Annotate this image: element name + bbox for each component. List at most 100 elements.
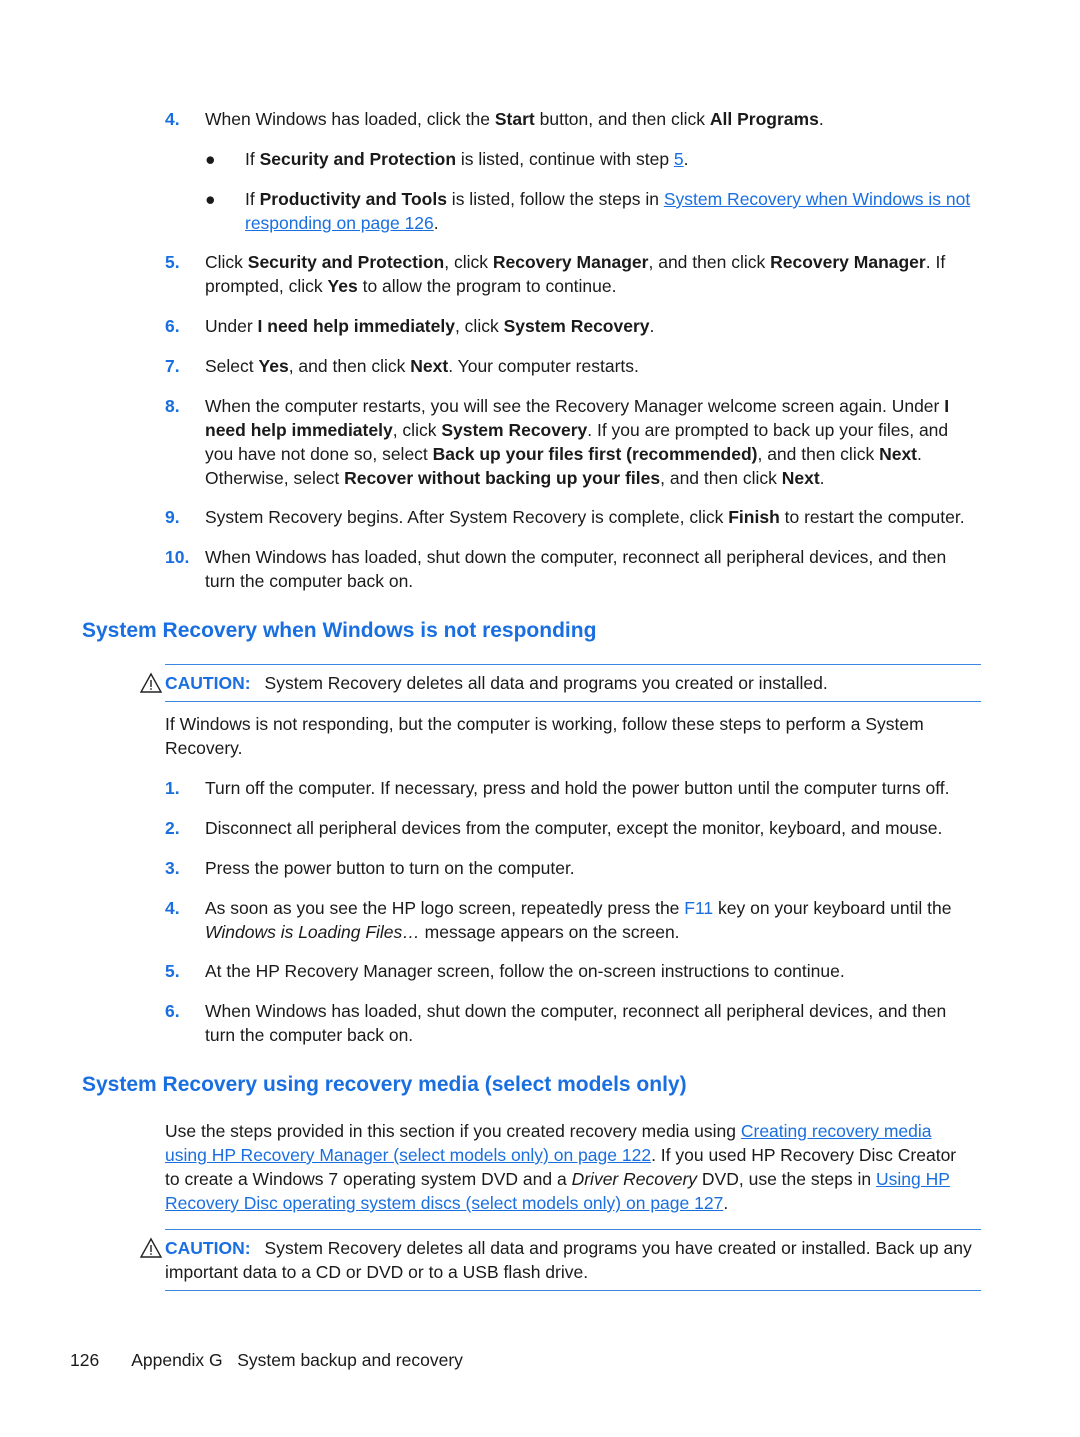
step-9: 9. System Recovery begins. After System … [165, 505, 975, 529]
bullet-item: ● If Security and Protection is listed, … [205, 147, 975, 171]
bold-text: Yes [327, 276, 358, 296]
bold-text: Back up your files first (recommended) [432, 444, 758, 464]
bold-text: All Programs [709, 109, 819, 129]
step-5: 5. Click Security and Protection, click … [165, 250, 975, 298]
italic-text: Windows is Loading Files… [205, 922, 420, 942]
bold-text: Next [410, 356, 449, 376]
text: , and then click [288, 356, 411, 376]
bold-text: Recovery Manager [492, 252, 649, 272]
bold-text: Recover without backing up your files [344, 468, 661, 488]
text: DVD, use the steps in [697, 1169, 877, 1189]
bold-text: Next [879, 444, 918, 464]
text: . [723, 1193, 729, 1213]
text: is listed, continue with step [456, 149, 674, 169]
step-number: 4. [165, 898, 180, 918]
text: As soon as you see the HP logo screen, r… [205, 898, 685, 918]
caution-box: CAUTION: System Recovery deletes all data… [139, 664, 981, 702]
text: , click [444, 252, 493, 272]
step-number: 1. [165, 778, 180, 798]
bullet-icon: ● [205, 189, 216, 209]
text: message appears on the screen. [419, 922, 680, 942]
section-heading: System Recovery using recovery media (se… [82, 1073, 687, 1096]
page-number: 126 [70, 1350, 100, 1370]
step-number: 5. [165, 961, 180, 981]
link-step-5[interactable]: 5 [674, 149, 684, 169]
text: key on your keyboard until the [713, 898, 952, 918]
text: is listed, follow the steps in [446, 189, 664, 209]
bold-text: Finish [728, 507, 780, 527]
text: If [245, 149, 260, 169]
text: . [683, 149, 689, 169]
footer-text: Appendix G System backup and recovery [131, 1350, 463, 1370]
step-number: 5. [165, 252, 180, 272]
bold-text: Next [781, 468, 820, 488]
step-number: 4. [165, 109, 180, 129]
bold-text: System Recovery [441, 420, 588, 440]
text: . [819, 468, 825, 488]
bold-text: Security and Protection [247, 252, 445, 272]
text: When Windows has loaded, shut down the c… [205, 547, 947, 591]
text: System Recovery begins. After System Rec… [205, 507, 729, 527]
text: Disconnect all peripheral devices from t… [205, 818, 943, 838]
bold-text: System Recovery [503, 316, 650, 336]
text: When Windows has loaded, click the [205, 109, 495, 129]
step-number: 3. [165, 858, 180, 878]
step-number: 8. [165, 396, 180, 416]
italic-text: Driver Recovery [571, 1169, 698, 1189]
text: When the computer restarts, you will see… [205, 396, 945, 416]
text: If [245, 189, 260, 209]
step-6: 6. Under I need help immediately, click … [165, 314, 975, 338]
bold-text: Recovery Manager [770, 252, 926, 272]
bullet-item: ● If Productivity and Tools is listed, f… [205, 187, 975, 235]
bold-text: Security and Protection [259, 149, 457, 169]
text: to allow the program to continue. [357, 276, 617, 296]
caution-box: CAUTION: System Recovery deletes all data… [139, 1229, 981, 1291]
step-number: 7. [165, 356, 180, 376]
text: , click [454, 316, 504, 336]
warning-triangle-icon [139, 1237, 163, 1258]
text: Press the power button to turn on the co… [205, 858, 575, 878]
text: , and then click [660, 468, 782, 488]
bold-text: Start [494, 109, 535, 129]
text: , and then click [757, 444, 880, 464]
s1-step-3: 3. Press the power button to turn on the… [165, 856, 975, 880]
s1-step-5: 5. At the HP Recovery Manager screen, fo… [165, 959, 975, 983]
caution-label: CAUTION: [165, 1238, 251, 1258]
text: . Your computer restarts. [448, 356, 639, 376]
text: At the HP Recovery Manager screen, follo… [205, 961, 845, 981]
s1-step-6: 6. When Windows has loaded, shut down th… [165, 999, 975, 1047]
step-number: 6. [165, 316, 180, 336]
step-7: 7. Select Yes, and then click Next. Your… [165, 354, 975, 378]
text: Select [205, 356, 259, 376]
key-name: F11 [684, 898, 714, 918]
text: Under [205, 316, 258, 336]
caution-text: System Recovery deletes all data and pro… [165, 1238, 972, 1282]
text: button, and then click [534, 109, 710, 129]
step-10: 10. When Windows has loaded, shut down t… [165, 545, 975, 593]
step-number: 10. [165, 547, 190, 567]
section2-paragraph: Use the steps provided in this section i… [165, 1119, 975, 1215]
s1-step-4: 4. As soon as you see the HP logo screen… [165, 896, 975, 944]
text: . [649, 316, 655, 336]
text: Use the steps provided in this section i… [165, 1121, 741, 1141]
caution-label: CAUTION: [165, 673, 251, 693]
bold-text: Yes [258, 356, 289, 376]
page-footer: 126 Appendix G System backup and recovery [70, 1348, 463, 1372]
step-4: 4. When Windows has loaded, click the St… [165, 107, 975, 131]
document-page: 4. When Windows has loaded, click the St… [0, 0, 1080, 1437]
step-number: 2. [165, 818, 180, 838]
text: Click [205, 252, 248, 272]
step-number: 9. [165, 507, 180, 527]
caution-text: System Recovery deletes all data and pro… [264, 673, 828, 693]
text: Turn off the computer. If necessary, pre… [205, 778, 950, 798]
text: . [433, 213, 439, 233]
intro-paragraph: If Windows is not responding, but the co… [165, 714, 924, 758]
text: When Windows has loaded, shut down the c… [205, 1001, 947, 1045]
bold-text: I need help immediately [257, 316, 455, 336]
step-number: 6. [165, 1001, 180, 1021]
bold-text: Productivity and Tools [259, 189, 447, 209]
text: . [818, 109, 824, 129]
section-heading: System Recovery when Windows is not resp… [82, 619, 597, 642]
s1-step-1: 1. Turn off the computer. If necessary, … [165, 776, 975, 800]
step-8: 8. When the computer restarts, you will … [165, 394, 975, 490]
